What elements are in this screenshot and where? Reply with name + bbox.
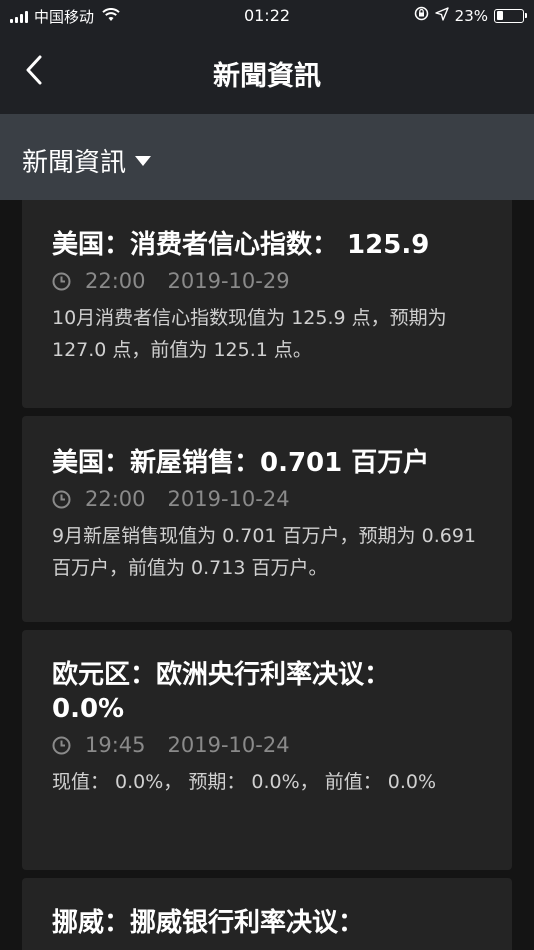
news-date: 2019-10-24 [167, 733, 290, 757]
battery-fill [496, 11, 503, 20]
category-label: 新聞資訊 [22, 148, 127, 178]
clock-icon [52, 736, 71, 755]
news-meta: 19:45 2019-10-24 [52, 730, 482, 760]
news-card[interactable]: 挪威：挪威银行利率决议： [22, 878, 512, 950]
news-body: 9月新屋销售现值为 0.701 百万户，预期为 0.691 百万户，前值为 0.… [52, 525, 476, 579]
news-meta: 22:00 2019-10-24 [52, 484, 482, 514]
news-date: 2019-10-24 [167, 487, 290, 511]
battery-percent: 23% [454, 6, 488, 25]
news-date: 2019-10-29 [167, 269, 290, 293]
category-dropdown[interactable]: 新聞資訊 [22, 142, 152, 179]
news-body: 现值： 0.0%， 预期： 0.0%， 前值： 0.0% [52, 771, 437, 793]
clock-icon [52, 490, 71, 509]
clock-icon [52, 272, 71, 291]
news-meta: 22:00 2019-10-29 [52, 266, 482, 296]
nav-bar: 新聞資訊 [0, 30, 534, 114]
news-title: 挪威：挪威银行利率决议： [52, 908, 365, 938]
news-time: 22:00 [85, 269, 146, 293]
status-bar: 中国移动 01:22 23% [0, 0, 534, 30]
category-bar: 新聞資訊 [0, 114, 534, 200]
battery-icon [494, 8, 527, 23]
news-title: 欧元区：欧洲央行利率决议： 0.0% [52, 660, 391, 724]
rotation-lock-icon [414, 6, 429, 25]
news-time: 19:45 [85, 733, 146, 757]
caret-down-icon [135, 155, 152, 166]
news-card[interactable]: 美国：消费者信心指数： 125.9 22:00 2019-10-29 10月消费… [22, 200, 512, 408]
status-right: 23% [414, 6, 527, 25]
news-card[interactable]: 欧元区：欧洲央行利率决议： 0.0% 19:45 2019-10-24 现值： … [22, 630, 512, 870]
news-list[interactable]: 美国：消费者信心指数： 125.9 22:00 2019-10-29 10月消费… [0, 200, 534, 950]
news-time: 22:00 [85, 487, 146, 511]
news-title: 美国：新屋销售：0.701 百万户 [52, 448, 430, 478]
news-card[interactable]: 美国：新屋销售：0.701 百万户 22:00 2019-10-24 9月新屋销… [22, 416, 512, 622]
location-icon [434, 6, 449, 25]
news-body: 10月消费者信心指数现值为 125.9 点，预期为 127.0 点，前值为 12… [52, 307, 447, 361]
news-title: 美国：消费者信心指数： 125.9 [52, 230, 430, 260]
page-title: 新聞資訊 [213, 61, 321, 92]
